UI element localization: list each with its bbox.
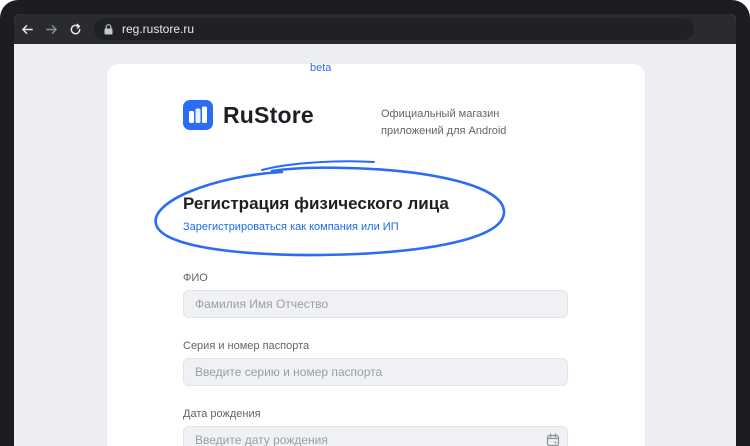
passport-input[interactable]: Введите серию и номер паспорта [183, 358, 568, 386]
passport-placeholder: Введите серию и номер паспорта [195, 365, 383, 379]
birthdate-label: Дата рождения [183, 408, 261, 420]
calendar-icon[interactable] [546, 433, 560, 446]
browser-toolbar: reg.rustore.ru [14, 14, 736, 44]
browser-window: reg.rustore.ru RuStore beta Официальный … [14, 14, 736, 446]
register-company-link[interactable]: Зарегистрироваться как компания или ИП [183, 221, 399, 233]
rustore-logo-icon [183, 100, 213, 130]
arrow-left-icon [21, 24, 33, 34]
url-text: reg.rustore.ru [122, 22, 195, 36]
brand-tagline: Официальный магазин приложений для Andro… [381, 106, 551, 140]
brand-logo[interactable]: RuStore [183, 100, 314, 130]
arrow-right-icon [45, 24, 57, 34]
beta-badge: beta [310, 62, 332, 74]
tagline-line-2: приложений для Android [381, 125, 507, 137]
fio-input[interactable]: Фамилия Имя Отчество [183, 290, 568, 318]
fio-placeholder: Фамилия Имя Отчество [195, 297, 329, 311]
address-bar[interactable]: reg.rustore.ru [94, 18, 694, 40]
page-title: Регистрация физического лица [183, 194, 449, 213]
lock-icon [104, 23, 114, 35]
birthdate-input[interactable]: Введите дату рождения [183, 426, 568, 446]
tagline-line-1: Официальный магазин [381, 108, 500, 120]
back-button[interactable] [16, 18, 38, 40]
fio-label: ФИО [183, 272, 208, 284]
reload-button[interactable] [64, 18, 86, 40]
registration-card: RuStore beta Официальный магазин приложе… [107, 62, 645, 446]
reload-icon [70, 23, 80, 34]
brand-name: RuStore [223, 101, 314, 128]
device-frame: reg.rustore.ru RuStore beta Официальный … [0, 0, 750, 446]
birthdate-placeholder: Введите дату рождения [195, 433, 328, 446]
forward-button[interactable] [40, 18, 62, 40]
passport-label: Серия и номер паспорта [183, 340, 310, 352]
